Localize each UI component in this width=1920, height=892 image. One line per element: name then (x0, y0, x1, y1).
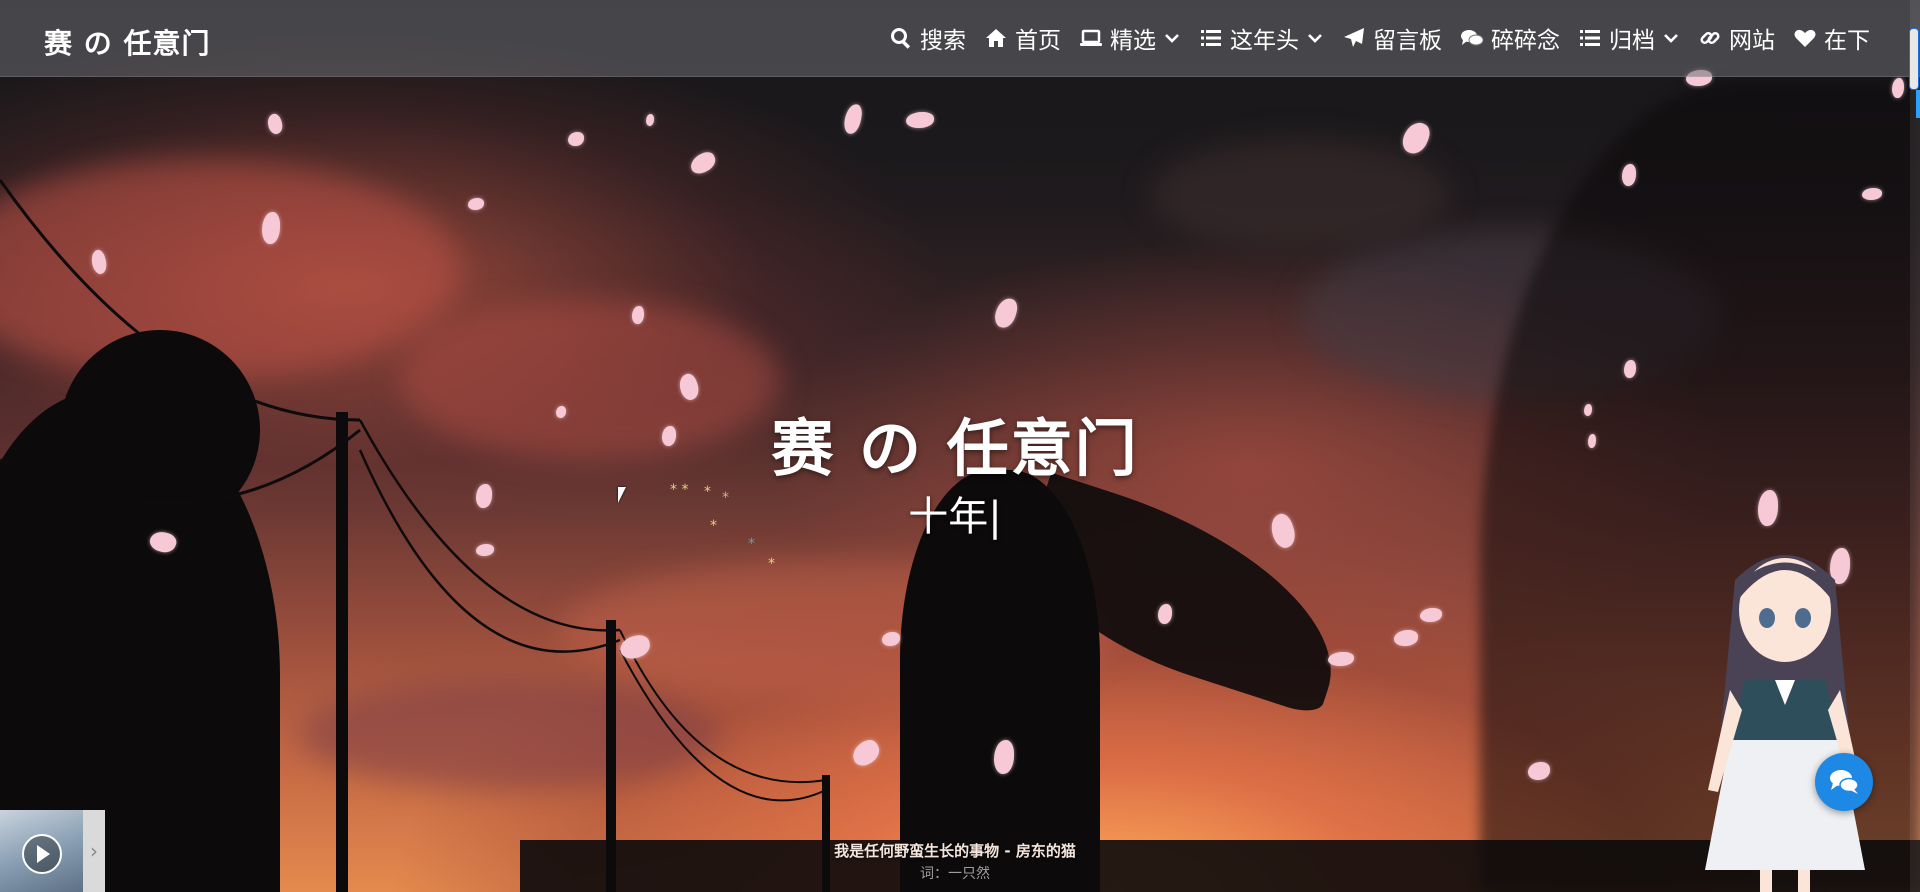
mouse-cursor (618, 487, 626, 503)
site-brand[interactable]: 赛 の 任意门 (44, 22, 211, 62)
search-icon (891, 28, 911, 49)
main-menu: 搜索 首页 精选 这年头 留言板 碎碎念 归档 网站 在下 (889, 0, 1870, 76)
nav-item-label: 留言板 (1373, 28, 1442, 54)
nav-item-murmurs[interactable]: 碎碎念 (1460, 21, 1560, 55)
nav-item-label: 首页 (1015, 28, 1061, 54)
music-player: › (0, 810, 105, 892)
nav-item-about[interactable]: 在下 (1793, 21, 1870, 55)
hero-typewriter-subtitle: 十年| (908, 494, 1002, 540)
chat-bubbles-icon (1830, 770, 1859, 794)
chevron-down-icon (1308, 34, 1322, 43)
paper-plane-icon (1344, 28, 1364, 47)
album-cover[interactable] (0, 810, 83, 892)
nav-item-label: 碎碎念 (1491, 28, 1560, 54)
nav-item-sites[interactable]: 网站 (1698, 21, 1775, 55)
chat-button[interactable] (1815, 753, 1873, 811)
list-icon (1201, 30, 1221, 46)
hero-title: 赛 の 任意门 (771, 412, 1139, 485)
nav-item-label: 网站 (1729, 28, 1775, 54)
comments-icon (1461, 30, 1484, 46)
link-icon (1700, 31, 1720, 45)
lyric-author: 词：一只然 (920, 866, 990, 882)
side-tab[interactable] (1916, 90, 1920, 118)
home-icon (986, 29, 1006, 47)
chevron-right-icon[interactable]: › (83, 810, 105, 892)
list-icon (1580, 30, 1600, 46)
page-scrollbar[interactable] (1909, 0, 1920, 892)
chevron-down-icon (1664, 34, 1678, 43)
heart-icon (1794, 29, 1816, 47)
nav-item-label: 搜索 (920, 28, 966, 54)
nav-item-featured[interactable]: 精选 (1079, 21, 1181, 55)
nav-item-label: 在下 (1824, 28, 1870, 54)
nav-item-label: 这年头 (1230, 28, 1299, 54)
nav-item-guestbook[interactable]: 留言板 (1342, 21, 1442, 55)
sparkle: * (768, 556, 775, 572)
nav-item-label: 归档 (1609, 28, 1655, 54)
nav-item-home[interactable]: 首页 (984, 21, 1061, 55)
nav-item-label: 精选 (1110, 28, 1156, 54)
scrollbar-thumb[interactable] (1909, 28, 1919, 90)
top-navbar: 赛 の 任意门 搜索 首页 精选 这年头 留言板 碎碎念 归档 网站 在下 (0, 0, 1920, 77)
chevron-down-icon (1165, 34, 1179, 43)
laptop-icon (1080, 29, 1102, 46)
nav-item-search[interactable]: 搜索 (889, 21, 966, 55)
play-icon[interactable] (22, 834, 62, 874)
nav-item-these-years[interactable]: 这年头 (1199, 21, 1324, 55)
song-lyric-quote: 我是任何野蛮生长的事物 - 房东的猫 (834, 842, 1076, 860)
nav-item-archive[interactable]: 归档 (1578, 21, 1680, 55)
